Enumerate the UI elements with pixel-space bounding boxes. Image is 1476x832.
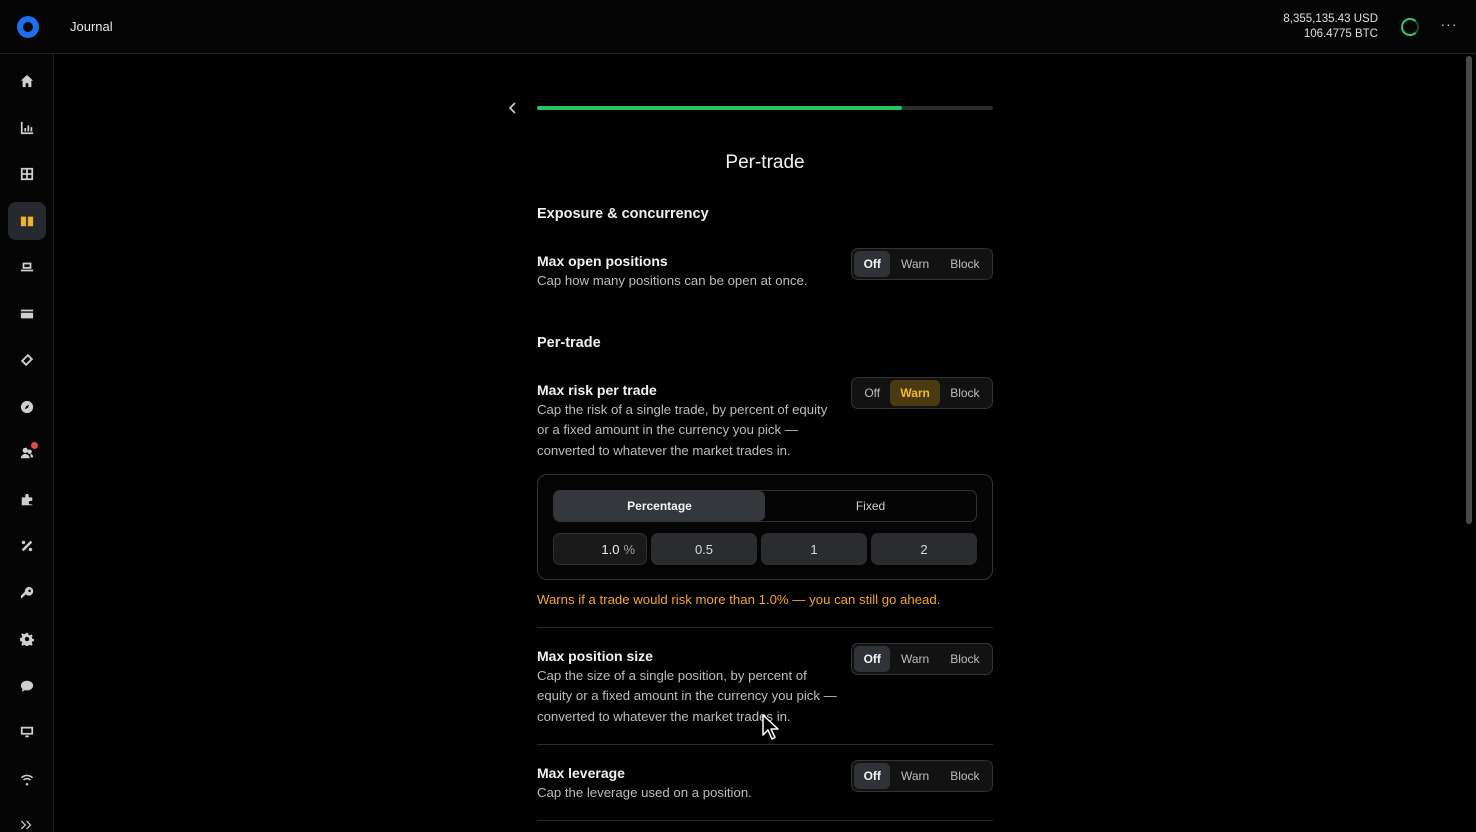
risk-unit: % [623, 541, 635, 557]
mode-warn-button[interactable]: Warn [890, 763, 939, 789]
sidebar-item-display[interactable] [8, 713, 46, 751]
compass-icon [20, 400, 34, 414]
max-risk-per-trade-desc: Cap the risk of a single trade, by perce… [537, 402, 828, 458]
max-leverage-title: Max leverage [537, 765, 625, 781]
mouse-cursor-icon [762, 714, 779, 740]
max-leverage-mode-toggle[interactable]: Off Warn Block [851, 760, 993, 792]
account-balances[interactable]: 8,355,135.43 USD 106.4775 BTC [1283, 12, 1378, 42]
page-title: Per-trade [725, 152, 805, 173]
wizard-progress-bar [537, 106, 993, 110]
max-open-positions-desc: Cap how many positions can be open at on… [537, 273, 808, 288]
sidebar-item-explore[interactable] [8, 388, 46, 426]
wallet-icon [20, 309, 34, 319]
wifi-icon [20, 774, 34, 786]
key-icon [20, 586, 34, 599]
layers-icon [20, 353, 34, 367]
scrollbar[interactable] [1466, 56, 1472, 524]
max-position-size-desc: Cap the size of a single position, by pe… [537, 668, 837, 724]
max-position-size-mode-toggle[interactable]: Off Warn Block [851, 643, 993, 675]
limit-type-toggle[interactable]: Percentage Fixed [553, 490, 977, 522]
expand-icon [20, 820, 32, 830]
sidebar-item-analytics[interactable] [8, 109, 46, 147]
section-heading-per-trade: Per-trade [537, 335, 601, 351]
mode-block-button[interactable]: Block [940, 763, 990, 789]
grid-icon [20, 167, 34, 181]
sidebar-item-integrations[interactable] [8, 481, 46, 519]
chart-icon [20, 121, 34, 135]
mode-warn-button[interactable]: Warn [890, 251, 939, 277]
section-heading-exposure: Exposure & concurrency [537, 206, 709, 222]
sidebar [0, 54, 54, 832]
mode-off-button[interactable]: Off [854, 380, 890, 406]
sidebar-item-home[interactable] [8, 62, 46, 100]
puzzle-icon [21, 493, 33, 506]
mode-block-button[interactable]: Block [940, 251, 990, 277]
mode-off-button[interactable]: Off [854, 646, 891, 672]
mode-warn-button[interactable]: Warn [890, 646, 939, 672]
sidebar-item-trading[interactable] [8, 248, 46, 286]
limit-value-row: 1.0 % 0.5 1 2 [553, 533, 977, 565]
sidebar-expand-button[interactable] [8, 806, 46, 832]
max-position-size-title: Max position size [537, 648, 653, 664]
mode-warn-button[interactable]: Warn [890, 380, 940, 406]
preset-button[interactable]: 1 [761, 533, 867, 565]
preset-button[interactable]: 0.5 [651, 533, 757, 565]
page-title-journal: Journal [70, 19, 113, 34]
sync-status-icon[interactable] [1401, 18, 1419, 36]
sidebar-item-support[interactable] [8, 667, 46, 705]
sidebar-item-wallet[interactable] [8, 295, 46, 333]
risk-percent-input[interactable]: 1.0 % [553, 533, 647, 565]
sidebar-item-settings[interactable] [8, 620, 46, 658]
max-risk-per-trade-title: Max risk per trade [537, 382, 657, 398]
laptop-icon [20, 262, 34, 272]
fixed-tab[interactable]: Fixed [765, 491, 976, 521]
progress-fill [537, 106, 902, 110]
sidebar-item-strategies[interactable] [8, 341, 46, 379]
book-icon [20, 216, 34, 227]
notification-badge [31, 442, 38, 449]
divider [537, 627, 993, 628]
mode-off-button[interactable]: Off [854, 251, 891, 277]
max-leverage-desc: Cap the leverage used on a position. [537, 785, 752, 800]
percent-icon [21, 540, 33, 552]
divider [537, 820, 993, 821]
home-icon [20, 74, 34, 88]
preset-button[interactable]: 2 [871, 533, 977, 565]
more-options-button[interactable]: ··· [1440, 16, 1458, 32]
back-chevron-icon[interactable] [505, 100, 521, 116]
sidebar-item-fees[interactable] [8, 527, 46, 565]
balance-usd: 8,355,135.43 USD [1283, 13, 1378, 25]
sidebar-item-community[interactable] [8, 434, 46, 472]
app-logo[interactable] [17, 16, 39, 38]
risk-value: 1.0 [601, 541, 620, 557]
top-bar: Journal 8,355,135.43 USD 106.4775 BTC ··… [0, 0, 1476, 54]
risk-warning-note: Warns if a trade would risk more than 1.… [537, 592, 941, 607]
max-risk-per-trade-mode-toggle[interactable]: Off Warn Block [851, 377, 993, 409]
sidebar-item-connection[interactable] [8, 760, 46, 798]
sidebar-item-api-keys[interactable] [8, 574, 46, 612]
mode-off-button[interactable]: Off [854, 763, 891, 789]
divider [537, 744, 993, 745]
sidebar-item-dashboard[interactable] [8, 155, 46, 193]
monitor-icon [20, 726, 34, 738]
sidebar-item-journal[interactable] [8, 202, 46, 240]
gear-icon [20, 632, 34, 646]
percentage-tab[interactable]: Percentage [554, 491, 765, 521]
risk-limit-panel: Percentage Fixed 1.0 % 0.5 1 2 [537, 474, 993, 580]
mode-block-button[interactable]: Block [940, 646, 990, 672]
balance-btc: 106.4775 BTC [1303, 28, 1378, 40]
chat-icon [20, 680, 34, 692]
max-open-positions-title: Max open positions [537, 253, 668, 269]
mode-block-button[interactable]: Block [940, 380, 990, 406]
max-open-positions-mode-toggle[interactable]: Off Warn Block [851, 248, 993, 280]
